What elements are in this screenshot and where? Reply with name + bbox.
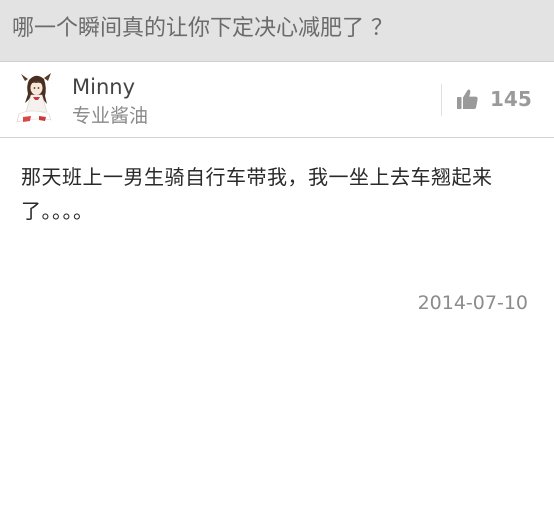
author-name[interactable]: Minny [72,74,135,100]
avatar[interactable] [9,70,63,130]
author-signature: 专业酱油 [72,105,149,127]
answer-content: 那天班上一男生骑自行车带我，我一坐上去车翘起来了。。。。 [21,165,493,223]
question-bar[interactable]: 哪一个瞬间真的让你下定决心减肥了 ？ [0,0,554,62]
vote-count: 145 [490,87,532,111]
thumb-up-icon[interactable] [456,88,479,110]
vote-divider [441,84,442,116]
answer-date: 2014-07-10 [417,292,528,314]
author-row[interactable]: Minny 专业酱油 145 [0,62,554,138]
question-title[interactable]: 哪一个瞬间真的让你下定决心减肥了 ？ [12,13,393,45]
